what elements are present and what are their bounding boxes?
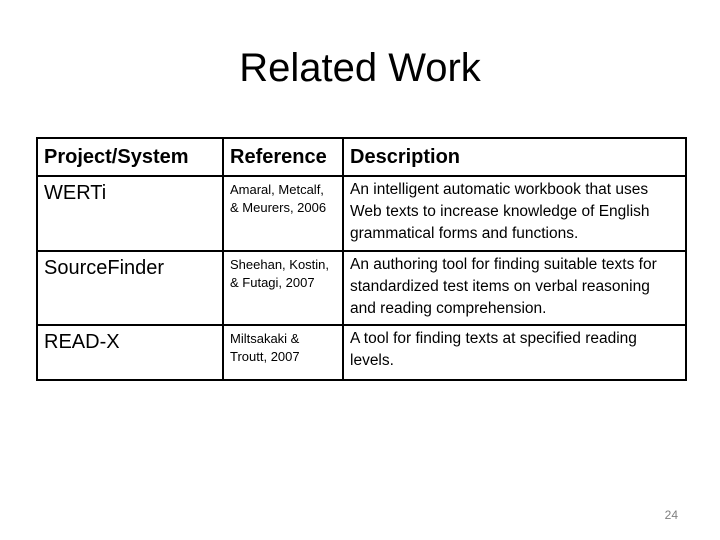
cell-description: An intelligent automatic workbook that u… bbox=[342, 175, 687, 252]
table-row: READ-X Miltsakaki & Troutt, 2007 A tool … bbox=[36, 324, 687, 381]
header-description: Description bbox=[342, 137, 687, 177]
page-number: 24 bbox=[664, 508, 678, 522]
cell-project: WERTi bbox=[36, 175, 224, 252]
table-header-row: Project/System Reference Description bbox=[36, 137, 687, 177]
slide-title: Related Work bbox=[239, 46, 481, 90]
cell-description: A tool for finding texts at specified re… bbox=[342, 324, 687, 381]
header-project-system: Project/System bbox=[36, 137, 224, 177]
table-row: WERTi Amaral, Metcalf, & Meurers, 2006 A… bbox=[36, 175, 687, 252]
cell-reference: Amaral, Metcalf, & Meurers, 2006 bbox=[222, 175, 344, 252]
cell-reference: Miltsakaki & Troutt, 2007 bbox=[222, 324, 344, 381]
cell-reference: Sheehan, Kostin, & Futagi, 2007 bbox=[222, 250, 344, 326]
cell-project: READ-X bbox=[36, 324, 224, 381]
related-work-table: Project/System Reference Description WER… bbox=[36, 137, 687, 381]
cell-project: SourceFinder bbox=[36, 250, 224, 326]
header-reference: Reference bbox=[222, 137, 344, 177]
table-row: SourceFinder Sheehan, Kostin, & Futagi, … bbox=[36, 250, 687, 326]
cell-description: An authoring tool for finding suitable t… bbox=[342, 250, 687, 326]
